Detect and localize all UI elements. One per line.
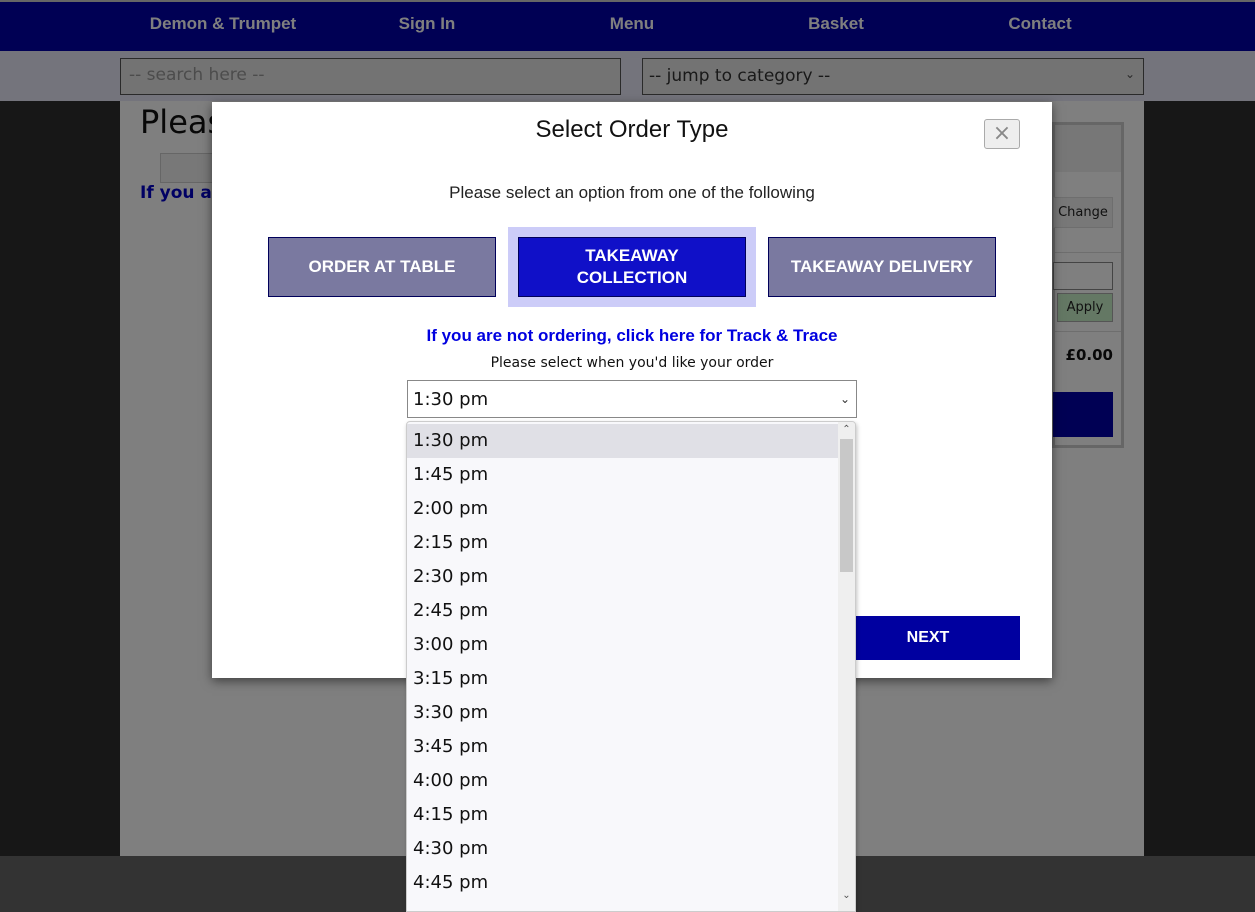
dropdown-option[interactable]: 4:45 pm — [407, 866, 838, 900]
track-and-trace-link[interactable]: If you are not ordering, click here for … — [212, 326, 1052, 346]
dropdown-option[interactable]: 4:30 pm — [407, 832, 838, 866]
scroll-down-icon[interactable]: ⌄ — [838, 890, 855, 904]
modal-title: Select Order Type — [535, 116, 729, 143]
modal-subtitle: Please select an option from one of the … — [449, 183, 815, 202]
dropdown-option[interactable]: 4:00 pm — [407, 764, 838, 798]
dropdown-option[interactable]: 1:30 pm — [407, 424, 838, 458]
close-icon: × — [992, 121, 1012, 146]
dropdown-option[interactable]: 3:15 pm — [407, 662, 838, 696]
dropdown-option[interactable]: 3:45 pm — [407, 730, 838, 764]
dropdown-option[interactable]: 2:00 pm — [407, 492, 838, 526]
dropdown-option[interactable]: 2:15 pm — [407, 526, 838, 560]
time-dropdown-list: 1:30 pm 1:45 pm 2:00 pm 2:15 pm 2:30 pm 2:45 … — [406, 421, 856, 912]
dropdown-option[interactable]: 2:45 pm — [407, 594, 838, 628]
dropdown-option[interactable]: 3:00 pm — [407, 628, 838, 662]
dropdown-option[interactable]: 1:45 pm — [407, 458, 838, 492]
scroll-up-icon[interactable]: ⌃ — [838, 424, 855, 438]
time-select-label: Please select when you'd like your order — [490, 355, 774, 371]
dropdown-option[interactable]: 4:15 pm — [407, 798, 838, 832]
takeaway-collection-button[interactable]: TAKEAWAY COLLECTION — [518, 237, 746, 297]
time-select[interactable]: 1:30 pm ⌄ — [407, 380, 857, 418]
chevron-down-icon: ⌄ — [839, 392, 850, 406]
close-button[interactable]: × — [984, 119, 1020, 149]
scrollbar-thumb[interactable] — [840, 439, 853, 572]
dropdown-option[interactable]: 3:30 pm — [407, 696, 838, 730]
dropdown-option[interactable]: 2:30 pm — [407, 560, 838, 594]
takeaway-delivery-button[interactable]: TAKEAWAY DELIVERY — [768, 237, 996, 297]
time-select-value: 1:30 pm — [413, 389, 489, 410]
next-button[interactable]: NEXT — [836, 616, 1020, 660]
order-at-table-button[interactable]: ORDER AT TABLE — [268, 237, 496, 297]
dropdown-scrollbar[interactable]: ⌃ ⌄ — [838, 422, 855, 911]
